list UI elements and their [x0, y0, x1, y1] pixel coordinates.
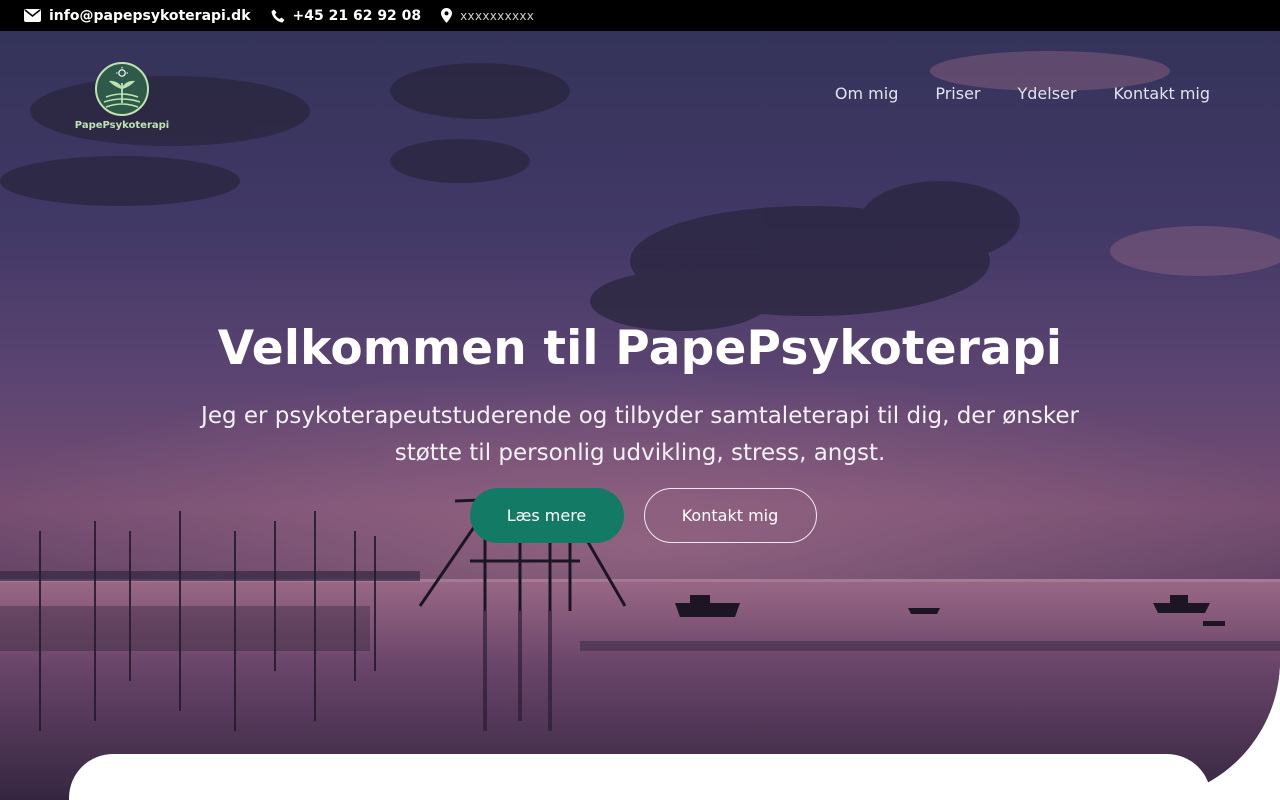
map-marker-icon — [441, 8, 453, 23]
hero-content: Velkommen til PapePsykoterapi Jeg er psy… — [0, 321, 1280, 472]
main-nav: Om mig Priser Ydelser Kontakt mig — [835, 84, 1210, 103]
phone-text[interactable]: +45 21 62 92 08 — [293, 8, 422, 24]
address-contact: xxxxxxxxxx — [441, 8, 534, 23]
phone-icon — [271, 9, 285, 22]
nav-item-ydelser[interactable]: Ydelser — [1018, 84, 1077, 103]
read-more-button[interactable]: Læs mere — [469, 488, 624, 543]
brand-name: PapePsykoterapi — [74, 120, 170, 131]
hero-section: PapePsykoterapi Om mig Priser Ydelser Ko… — [0, 31, 1280, 800]
hero-title: Velkommen til PapePsykoterapi — [217, 321, 1063, 376]
brand-logo[interactable]: PapePsykoterapi — [74, 61, 170, 133]
content-card — [69, 754, 1211, 800]
logo-plant-icon — [95, 62, 149, 116]
hero-subtitle: Jeg er psykoterapeutstuderende og tilbyd… — [201, 403, 1079, 466]
nav-item-kontakt-mig[interactable]: Kontakt mig — [1113, 84, 1210, 103]
nav-item-priser[interactable]: Priser — [935, 84, 980, 103]
contact-button[interactable]: Kontakt mig — [643, 488, 817, 543]
nav-item-om-mig[interactable]: Om mig — [835, 84, 898, 103]
email-text[interactable]: info@papepsykoterapi.dk — [49, 8, 251, 24]
email-contact[interactable]: info@papepsykoterapi.dk — [24, 8, 251, 24]
phone-contact[interactable]: +45 21 62 92 08 — [271, 8, 422, 24]
address-text: xxxxxxxxxx — [460, 8, 535, 23]
top-contact-bar: info@papepsykoterapi.dk +45 21 62 92 08 … — [0, 0, 1280, 31]
hero-buttons: Læs mere Kontakt mig — [0, 488, 1280, 543]
envelope-icon — [24, 9, 41, 22]
